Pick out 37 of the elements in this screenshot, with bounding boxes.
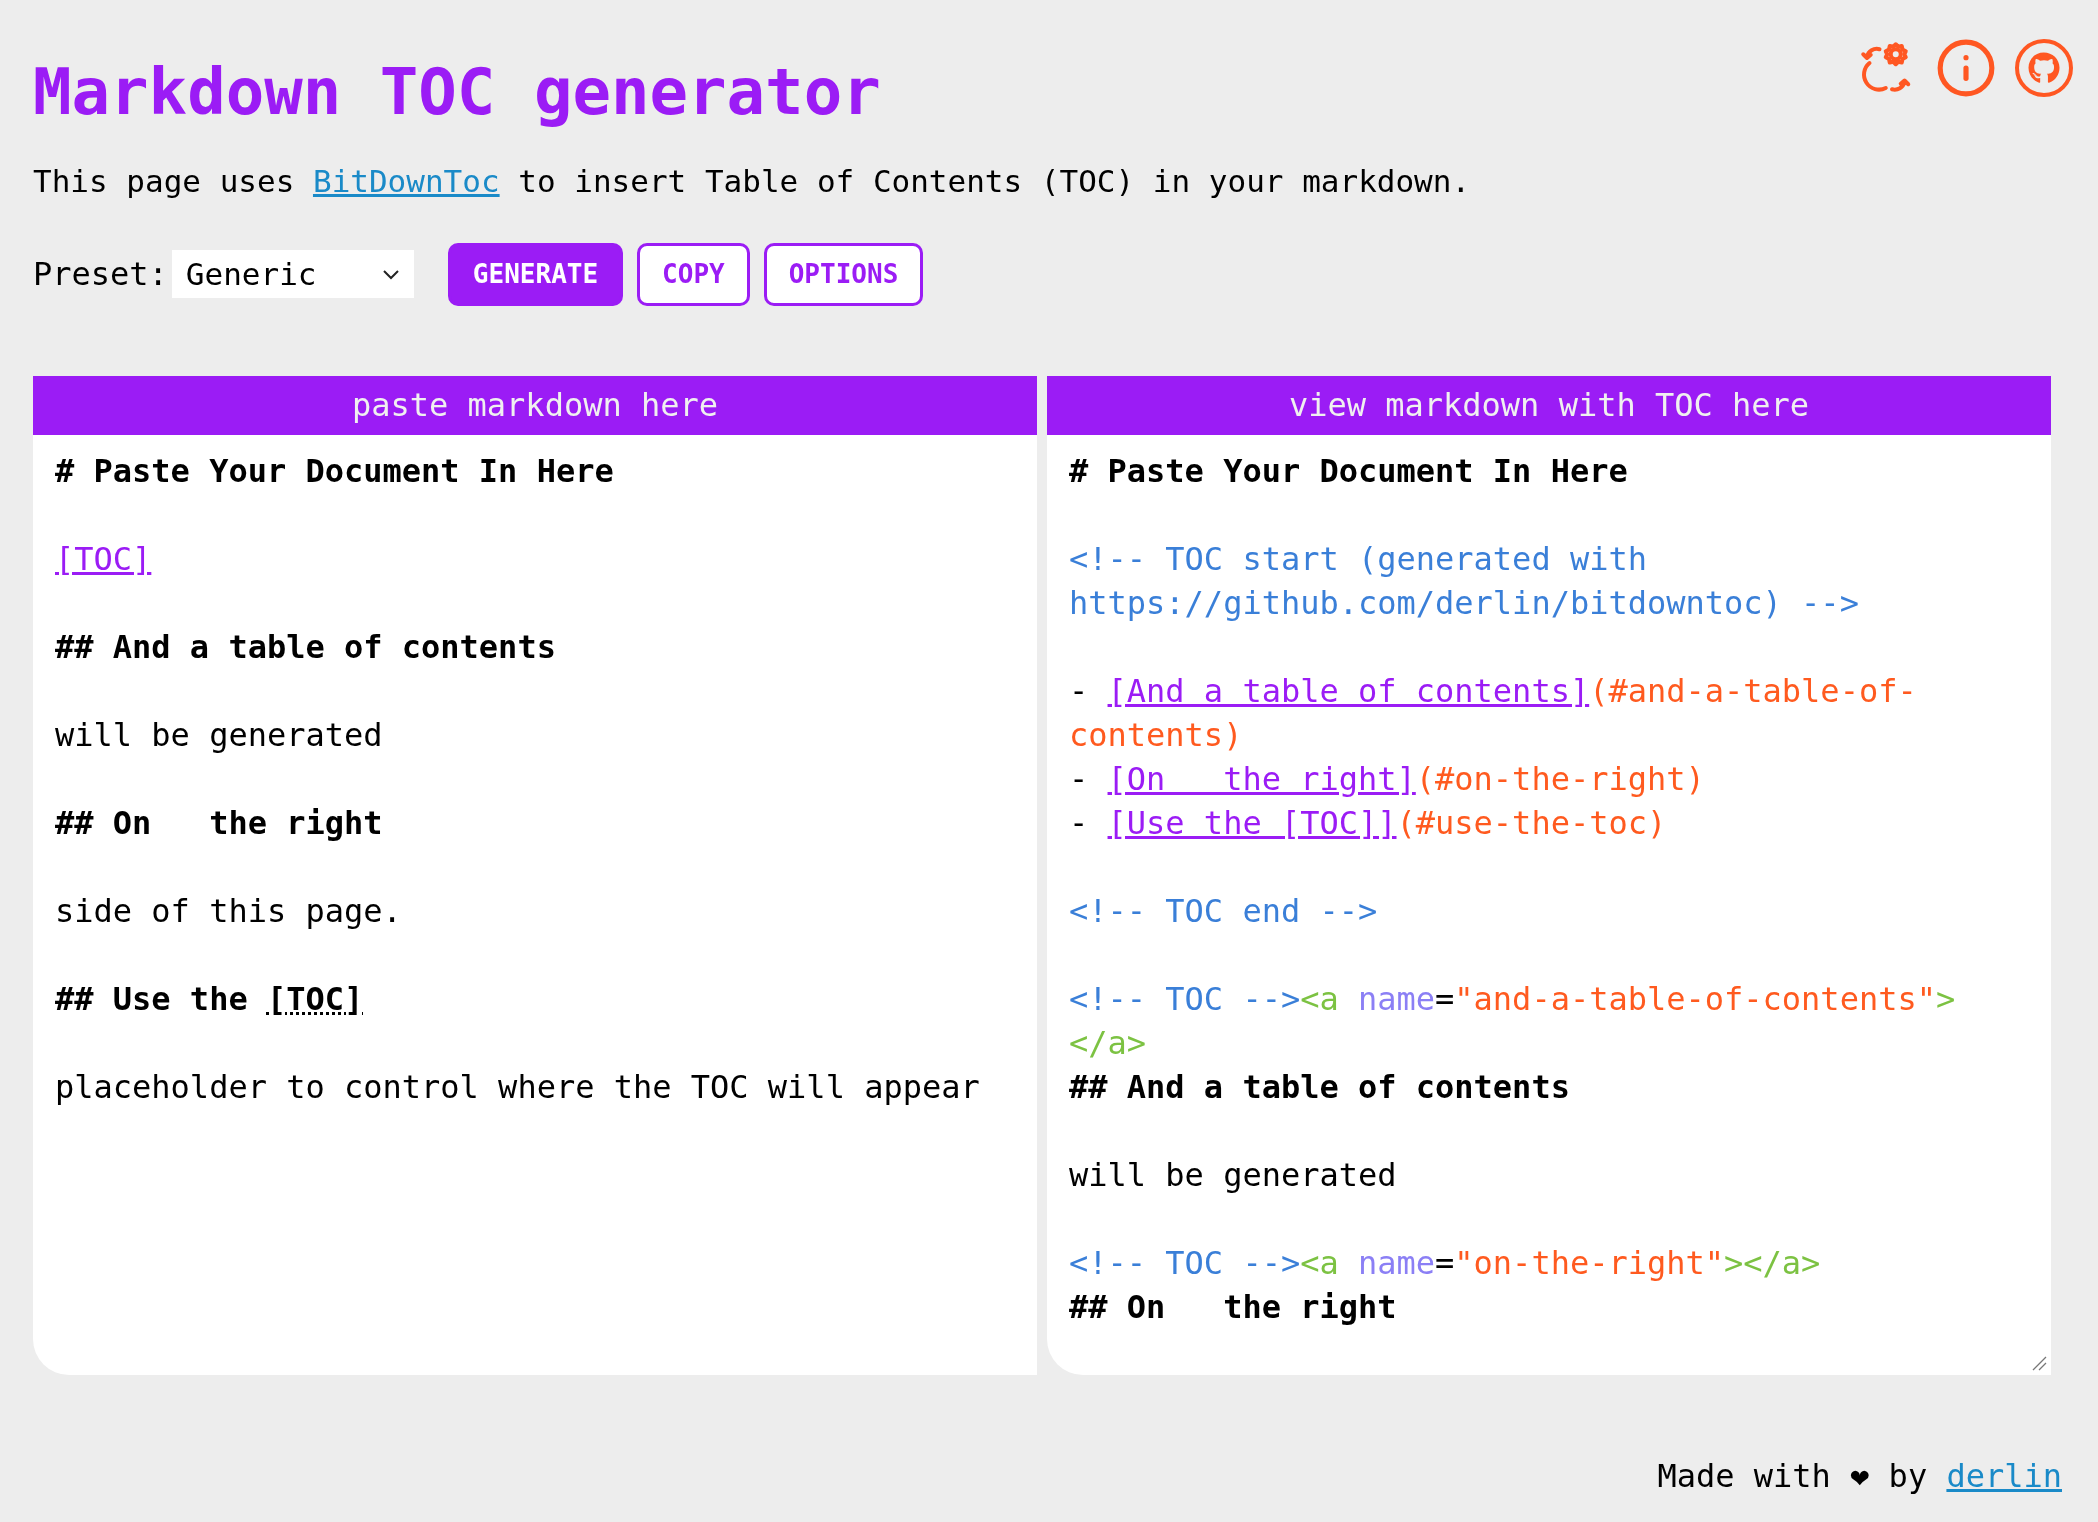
- footer-text: Made with ❤ by derlin: [1657, 1456, 2062, 1497]
- editor-line: - [Use the [TOC]](#use-the-toc): [1069, 802, 1668, 844]
- editor-line: ## And a table of contents: [1069, 1066, 1571, 1108]
- editor-line: - [And a table of contents](#and-a-table-of-contents): [1069, 670, 1918, 756]
- intro-text: This page uses BitDownToc to insert Table of Contents (TOC) in your markdown.: [33, 162, 1472, 201]
- options-button[interactable]: OPTIONS: [763, 242, 924, 306]
- editor-line: placeholder to control where the TOC will appear: [55, 1066, 981, 1108]
- editor-line: ## On the right: [1069, 1286, 1398, 1328]
- chevron-down-icon[interactable]: [381, 268, 400, 280]
- editor-line: ## And a table of contents: [55, 626, 557, 668]
- editor-line: <!-- TOC --><a name="on-the-right"></a>: [1069, 1242, 1822, 1284]
- markdown-editor[interactable]: # Paste Your Document In Here [TOC] ## And a table of contents will be generated ## On the right side of this page. ## Use the [TOC] placeholder to control where the TOC will appear: [33, 434, 1037, 1375]
- info-icon[interactable]: [1935, 37, 1997, 99]
- editor-line: ## On the right: [55, 802, 384, 844]
- editor-line: ## Use the [TOC]: [55, 978, 365, 1020]
- editor-line: will be generated: [1069, 1154, 1398, 1196]
- author-link[interactable]: derlin: [1946, 1457, 2062, 1495]
- pane-header: paste markdown here: [33, 375, 1037, 435]
- bitdowntoc-link[interactable]: BitDownToc: [312, 163, 500, 199]
- editor-line: # Paste Your Document In Here: [55, 450, 615, 492]
- editor-line: <!-- TOC end -->: [1069, 890, 1379, 932]
- pane-header: view markdown with TOC here: [1047, 375, 2051, 435]
- preset-select[interactable]: Generic: [171, 250, 414, 298]
- editor-line: will be generated: [55, 714, 384, 756]
- page-title: Markdown TOC generator: [33, 54, 881, 131]
- markdown-editor[interactable]: [1047, 434, 2051, 1375]
- preset-label: Preset:: [33, 254, 168, 295]
- editor-line: side of this page.: [55, 890, 403, 932]
- editor-line: # Paste Your Document In Here: [1069, 450, 1629, 492]
- resize-handle-icon[interactable]: [2031, 1354, 2047, 1371]
- generate-button[interactable]: GENERATE: [447, 242, 624, 306]
- editor-line: <!-- TOC --><a name="and-a-table-of-contents"> </a>: [1069, 978, 1957, 1064]
- copy-button[interactable]: COPY: [637, 242, 750, 306]
- editor-line: - [On the right](#on-the-right): [1069, 758, 1706, 800]
- editor-line: [TOC]: [55, 538, 153, 580]
- github-icon[interactable]: [2015, 39, 2073, 97]
- editor-line: <!-- TOC start (generated with https://github.com/derlin/bitdowntoc) -->: [1069, 538, 1860, 624]
